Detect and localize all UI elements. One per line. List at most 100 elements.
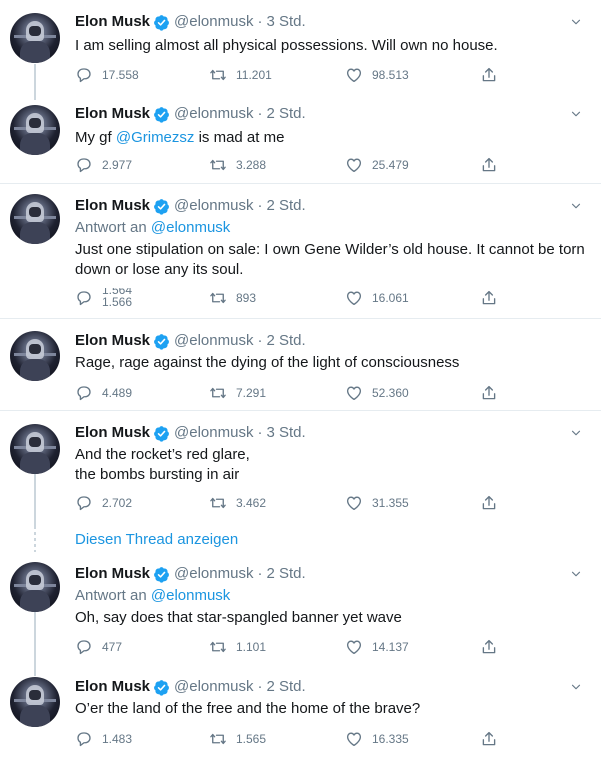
retweet-button[interactable]: 1.101 xyxy=(209,637,266,657)
like-button[interactable]: 25.479 xyxy=(345,155,409,175)
reply-button[interactable]: 4.489 xyxy=(75,383,132,403)
share-icon xyxy=(480,638,498,656)
retweet-count: 7.291 xyxy=(236,386,267,400)
replying-to-handle[interactable]: @elonmusk xyxy=(151,587,230,604)
share-button[interactable] xyxy=(480,65,498,85)
replying-to: Antwort an @elonmusk xyxy=(75,586,230,606)
reply-button[interactable]: 17.558 xyxy=(75,65,139,85)
avatar[interactable] xyxy=(10,424,60,474)
chevron-down-icon[interactable] xyxy=(569,680,583,694)
share-icon xyxy=(480,66,498,84)
tweet-text: Just one stipulation on sale: I own Gene… xyxy=(75,241,585,278)
tweet-text-suffix: is mad at me xyxy=(194,129,285,146)
tweet[interactable]: Elon Musk @elonmusk · 2 Std. Antwort an … xyxy=(0,552,601,670)
heart-icon xyxy=(345,730,363,748)
share-icon xyxy=(480,156,498,174)
share-button[interactable] xyxy=(480,493,498,513)
show-thread-link[interactable]: Diesen Thread anzeigen xyxy=(75,530,238,550)
share-button[interactable] xyxy=(480,383,498,403)
separator: · xyxy=(257,332,263,349)
retweet-count: 3.462 xyxy=(236,496,267,510)
replying-to-handle[interactable]: @elonmusk xyxy=(151,219,230,236)
reply-icon xyxy=(75,730,93,748)
like-button[interactable]: 14.137 xyxy=(345,637,409,657)
reply-icon xyxy=(75,289,93,307)
author-name[interactable]: Elon Musk xyxy=(75,196,150,216)
author-handle[interactable]: @elonmusk xyxy=(174,12,253,32)
retweet-button[interactable]: 11.201 xyxy=(209,65,272,85)
thread-connector-dots xyxy=(34,526,36,552)
chevron-down-icon[interactable] xyxy=(569,15,583,29)
author-handle[interactable]: @elonmusk xyxy=(174,677,253,697)
author-handle[interactable]: @elonmusk xyxy=(174,104,253,124)
like-count: 14.137 xyxy=(372,640,409,654)
like-button[interactable]: 98.513 xyxy=(345,65,409,85)
author-name[interactable]: Elon Musk xyxy=(75,423,150,443)
tweet-text: I am selling almost all physical possess… xyxy=(75,37,498,54)
tweet-timeline: Elon Musk @elonmusk · 3 Std. I am sellin… xyxy=(0,0,601,757)
chevron-down-icon[interactable] xyxy=(569,199,583,213)
retweet-button[interactable]: 1.565 xyxy=(209,729,266,749)
tweet-time[interactable]: 2 Std. xyxy=(266,564,305,584)
reply-button[interactable]: 2.702 xyxy=(75,493,132,513)
like-button[interactable]: 52.360 xyxy=(345,383,409,403)
avatar[interactable] xyxy=(10,105,60,155)
author-name[interactable]: Elon Musk xyxy=(75,104,150,124)
tweet-time[interactable]: 2 Std. xyxy=(266,331,305,351)
tweet[interactable]: Elon Musk @elonmusk · 2 Std. O’er the la… xyxy=(0,665,601,757)
reply-button[interactable]: 1.483 xyxy=(75,729,132,749)
like-button[interactable]: 16.061 xyxy=(345,288,409,308)
verified-badge-icon xyxy=(153,679,170,696)
author-name[interactable]: Elon Musk xyxy=(75,564,150,584)
reply-button[interactable]: 1.564 1.566 xyxy=(75,288,132,308)
author-handle[interactable]: @elonmusk xyxy=(174,564,253,584)
tweet-time[interactable]: 3 Std. xyxy=(266,12,305,32)
heart-icon xyxy=(345,156,363,174)
reply-button[interactable]: 2.977 xyxy=(75,155,132,175)
retweet-button[interactable]: 3.288 xyxy=(209,155,266,175)
tweet-time[interactable]: 3 Std. xyxy=(266,423,305,443)
tweet-text: Rage, rage against the dying of the ligh… xyxy=(75,354,460,371)
avatar[interactable] xyxy=(10,194,60,244)
author-handle[interactable]: @elonmusk xyxy=(174,196,253,216)
share-button[interactable] xyxy=(480,155,498,175)
avatar[interactable] xyxy=(10,331,60,381)
replying-to: Antwort an @elonmusk xyxy=(75,218,230,238)
tweet[interactable]: Elon Musk @elonmusk · 2 Std. Antwort an … xyxy=(0,184,601,319)
author-name[interactable]: Elon Musk xyxy=(75,12,150,32)
tweet-time[interactable]: 2 Std. xyxy=(266,104,305,124)
author-name[interactable]: Elon Musk xyxy=(75,331,150,351)
chevron-down-icon[interactable] xyxy=(569,567,583,581)
verified-badge-icon xyxy=(153,14,170,31)
reply-icon xyxy=(75,638,93,656)
retweet-button[interactable]: 7.291 xyxy=(209,383,266,403)
share-button[interactable] xyxy=(480,288,498,308)
tweet-time[interactable]: 2 Std. xyxy=(266,196,305,216)
tweet[interactable]: Elon Musk @elonmusk · 3 Std. I am sellin… xyxy=(0,0,601,92)
chevron-down-icon[interactable] xyxy=(569,107,583,121)
like-count: 16.061 xyxy=(372,291,409,305)
like-button[interactable]: 31.355 xyxy=(345,493,409,513)
author-name[interactable]: Elon Musk xyxy=(75,677,150,697)
retweet-button[interactable]: 893 xyxy=(209,288,256,308)
retweet-button[interactable]: 3.462 xyxy=(209,493,266,513)
avatar[interactable] xyxy=(10,562,60,612)
verified-badge-icon xyxy=(153,106,170,123)
tweet[interactable]: Elon Musk @elonmusk · 2 Std. My gf @Grim… xyxy=(0,92,601,184)
author-handle[interactable]: @elonmusk xyxy=(174,331,253,351)
tweet[interactable]: Elon Musk @elonmusk · 2 Std. Rage, rage … xyxy=(0,319,601,411)
chevron-down-icon[interactable] xyxy=(569,426,583,440)
avatar[interactable] xyxy=(10,13,60,63)
like-button[interactable]: 16.335 xyxy=(345,729,409,749)
reply-count-animating: 1.564 1.566 xyxy=(102,288,132,308)
author-handle[interactable]: @elonmusk xyxy=(174,423,253,443)
share-button[interactable] xyxy=(480,637,498,657)
tweet-text-prefix: My gf xyxy=(75,129,116,146)
tweet-time[interactable]: 2 Std. xyxy=(266,677,305,697)
reply-button[interactable]: 477 xyxy=(75,637,122,657)
mention-link[interactable]: @Grimezsz xyxy=(116,129,195,146)
heart-icon xyxy=(345,494,363,512)
tweet[interactable]: Elon Musk @elonmusk · 3 Std. And the roc… xyxy=(0,411,601,519)
share-button[interactable] xyxy=(480,729,498,749)
avatar[interactable] xyxy=(10,677,60,727)
